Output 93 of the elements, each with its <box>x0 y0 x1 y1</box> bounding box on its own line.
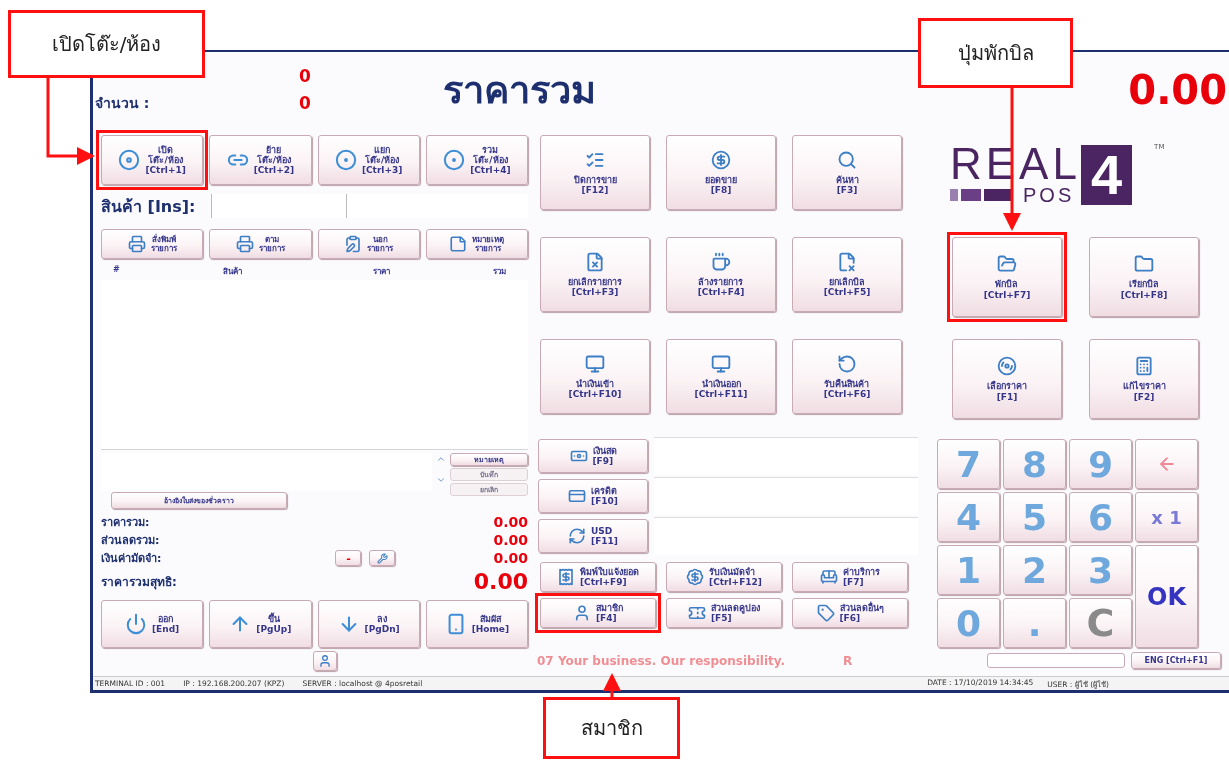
dollar-icon <box>686 568 705 587</box>
payment-button[interactable]: เครดิต [F10] <box>538 479 648 514</box>
power-icon <box>125 613 147 636</box>
language-button[interactable]: ENG [Ctrl+F1] <box>1131 652 1221 670</box>
calculator-icon <box>1134 356 1154 377</box>
payment-field[interactable] <box>654 477 918 516</box>
column-header: รวม <box>493 266 507 279</box>
total-title: ราคารวม <box>443 67 596 115</box>
function-button[interactable]: ยกเลิกรายการ [Ctrl+F3] <box>540 237 650 313</box>
nav-button[interactable]: ลง [PgDn] <box>317 600 420 649</box>
exchange-icon <box>568 527 587 546</box>
table-button[interactable]: เปิด โต๊ะ/ห้อง [Ctrl+1] <box>101 135 204 186</box>
dollar-icon <box>711 149 731 170</box>
net-total-value: 0.00 <box>473 568 528 594</box>
extra-button[interactable]: สมาชิก [F4] <box>540 598 656 629</box>
document-icon <box>837 251 857 272</box>
item-button[interactable]: นอก รายการ <box>317 229 420 260</box>
total-label: ส่วนลดรวม: <box>101 533 161 550</box>
count-value: 0 <box>298 92 312 113</box>
circle-icon <box>334 149 357 172</box>
callout-arrow <box>603 673 621 697</box>
bill-button[interactable]: เรียกบิล [Ctrl+F8] <box>1089 237 1199 318</box>
extra-button[interactable]: ส่วนลดอื่นๆ [F6] <box>792 598 908 629</box>
nav-button[interactable]: ขึ้น [PgUp] <box>209 600 312 649</box>
item-button[interactable]: ตาม รายการ <box>209 229 312 260</box>
bill-button[interactable]: แก้ไขราคา [F2] <box>1089 339 1199 420</box>
extra-button[interactable]: พิมพ์ใบแจ้งยอด [Ctrl+F9] <box>540 562 656 593</box>
function-button[interactable]: ค้นหา [F3] <box>792 135 902 211</box>
count-label: จำนวน : <box>95 93 151 113</box>
folder-icon <box>997 254 1017 275</box>
payment-field[interactable] <box>654 437 918 476</box>
column-header: # <box>113 265 121 277</box>
backspace-key[interactable] <box>1135 439 1198 490</box>
nav-button[interactable]: ออก [End] <box>101 600 204 649</box>
wrench-icon <box>376 552 388 564</box>
function-button[interactable]: ล้างรายการ [Ctrl+F4] <box>666 237 776 313</box>
payment-button[interactable]: USD [F11] <box>538 519 648 554</box>
total-amount: 0.00 <box>1128 66 1228 113</box>
count-top-value: 0 <box>298 65 312 86</box>
bill-button[interactable]: พักบิล [Ctrl+F7] <box>952 237 1062 318</box>
total-value: 0.00 <box>493 550 528 567</box>
clipboard-icon <box>344 235 363 254</box>
note-field[interactable] <box>101 453 432 492</box>
function-button[interactable]: ยอดขาย [F8] <box>666 135 776 211</box>
function-button[interactable]: ปิดการขาย [F12] <box>540 135 650 211</box>
disc-icon <box>118 149 141 172</box>
extra-button[interactable]: ค่าบริการ [F7] <box>792 562 908 593</box>
column-header: ราคา <box>373 266 391 279</box>
table-button[interactable]: รวม โต๊ะ/ห้อง [Ctrl+4] <box>425 135 528 186</box>
net-total-label: ราคารวมสุทธิ: <box>101 573 178 591</box>
document-icon <box>585 251 605 272</box>
callout-label: สมาชิก <box>543 697 680 759</box>
mug-icon <box>711 251 731 272</box>
minus-button[interactable]: - <box>335 550 362 567</box>
user-icon <box>573 604 591 623</box>
function-button[interactable]: นำเงินเข้า [Ctrl+F10] <box>540 339 650 415</box>
total-label: เงินค่ามัดจำ: <box>101 551 163 568</box>
disc-icon <box>997 356 1017 377</box>
function-button[interactable]: นำเงินออก [Ctrl+F11] <box>666 339 776 415</box>
avatar-button[interactable] <box>313 650 337 671</box>
circle-icon <box>443 149 466 172</box>
input-field[interactable] <box>211 194 346 219</box>
marquee-text: 07 Your business. Our responsibility. <box>537 653 786 668</box>
bill-button[interactable]: เลือกราคา [F1] <box>952 339 1062 420</box>
table-button[interactable]: ย้าย โต๊ะ/ห้อง [Ctrl+2] <box>209 135 312 186</box>
marquee-text: R <box>843 653 853 668</box>
callout-label: เปิดโต๊ะ/ห้อง <box>8 10 205 78</box>
item-button[interactable]: หมายเหตุ รายการ <box>425 229 528 260</box>
search-icon <box>837 149 857 170</box>
nav-button[interactable]: สัมผัส [Home] <box>425 600 528 649</box>
payment-button[interactable]: เงินสด [F9] <box>538 439 648 474</box>
function-button[interactable]: รับคืนสินค้า [Ctrl+F6] <box>792 339 902 415</box>
folder-icon <box>1134 254 1154 275</box>
note-icon <box>449 235 468 254</box>
column-header: สินค้า <box>223 266 243 279</box>
input-field[interactable] <box>987 653 1125 669</box>
extra-button[interactable]: รับเงินมัดจำ [Ctrl+F12] <box>666 562 782 593</box>
total-value: 0.00 <box>493 514 528 531</box>
payment-field[interactable] <box>654 517 918 556</box>
tag-icon <box>816 604 835 623</box>
total-value: 0.00 <box>493 532 528 549</box>
table-button[interactable]: แยก โต๊ะ/ห้อง [Ctrl+3] <box>317 135 420 186</box>
product-label: สินค้า [Ins]: <box>101 195 197 218</box>
extra-button[interactable]: ส่วนลดคูปอง [F5] <box>666 598 782 629</box>
keypad-key[interactable]: OK <box>1135 545 1198 649</box>
function-button[interactable]: ยกเลิกบิล [Ctrl+F5] <box>792 237 902 313</box>
callout-label: ปุ่มพักบิล <box>918 18 1073 88</box>
total-label: ราคารวม: <box>101 515 151 532</box>
item-button[interactable]: สั่งพิมพ์ รายการ <box>101 229 204 260</box>
user-icon <box>318 653 332 668</box>
return-icon <box>837 353 857 374</box>
input-field[interactable] <box>346 194 528 219</box>
wrench-button[interactable] <box>369 550 396 567</box>
